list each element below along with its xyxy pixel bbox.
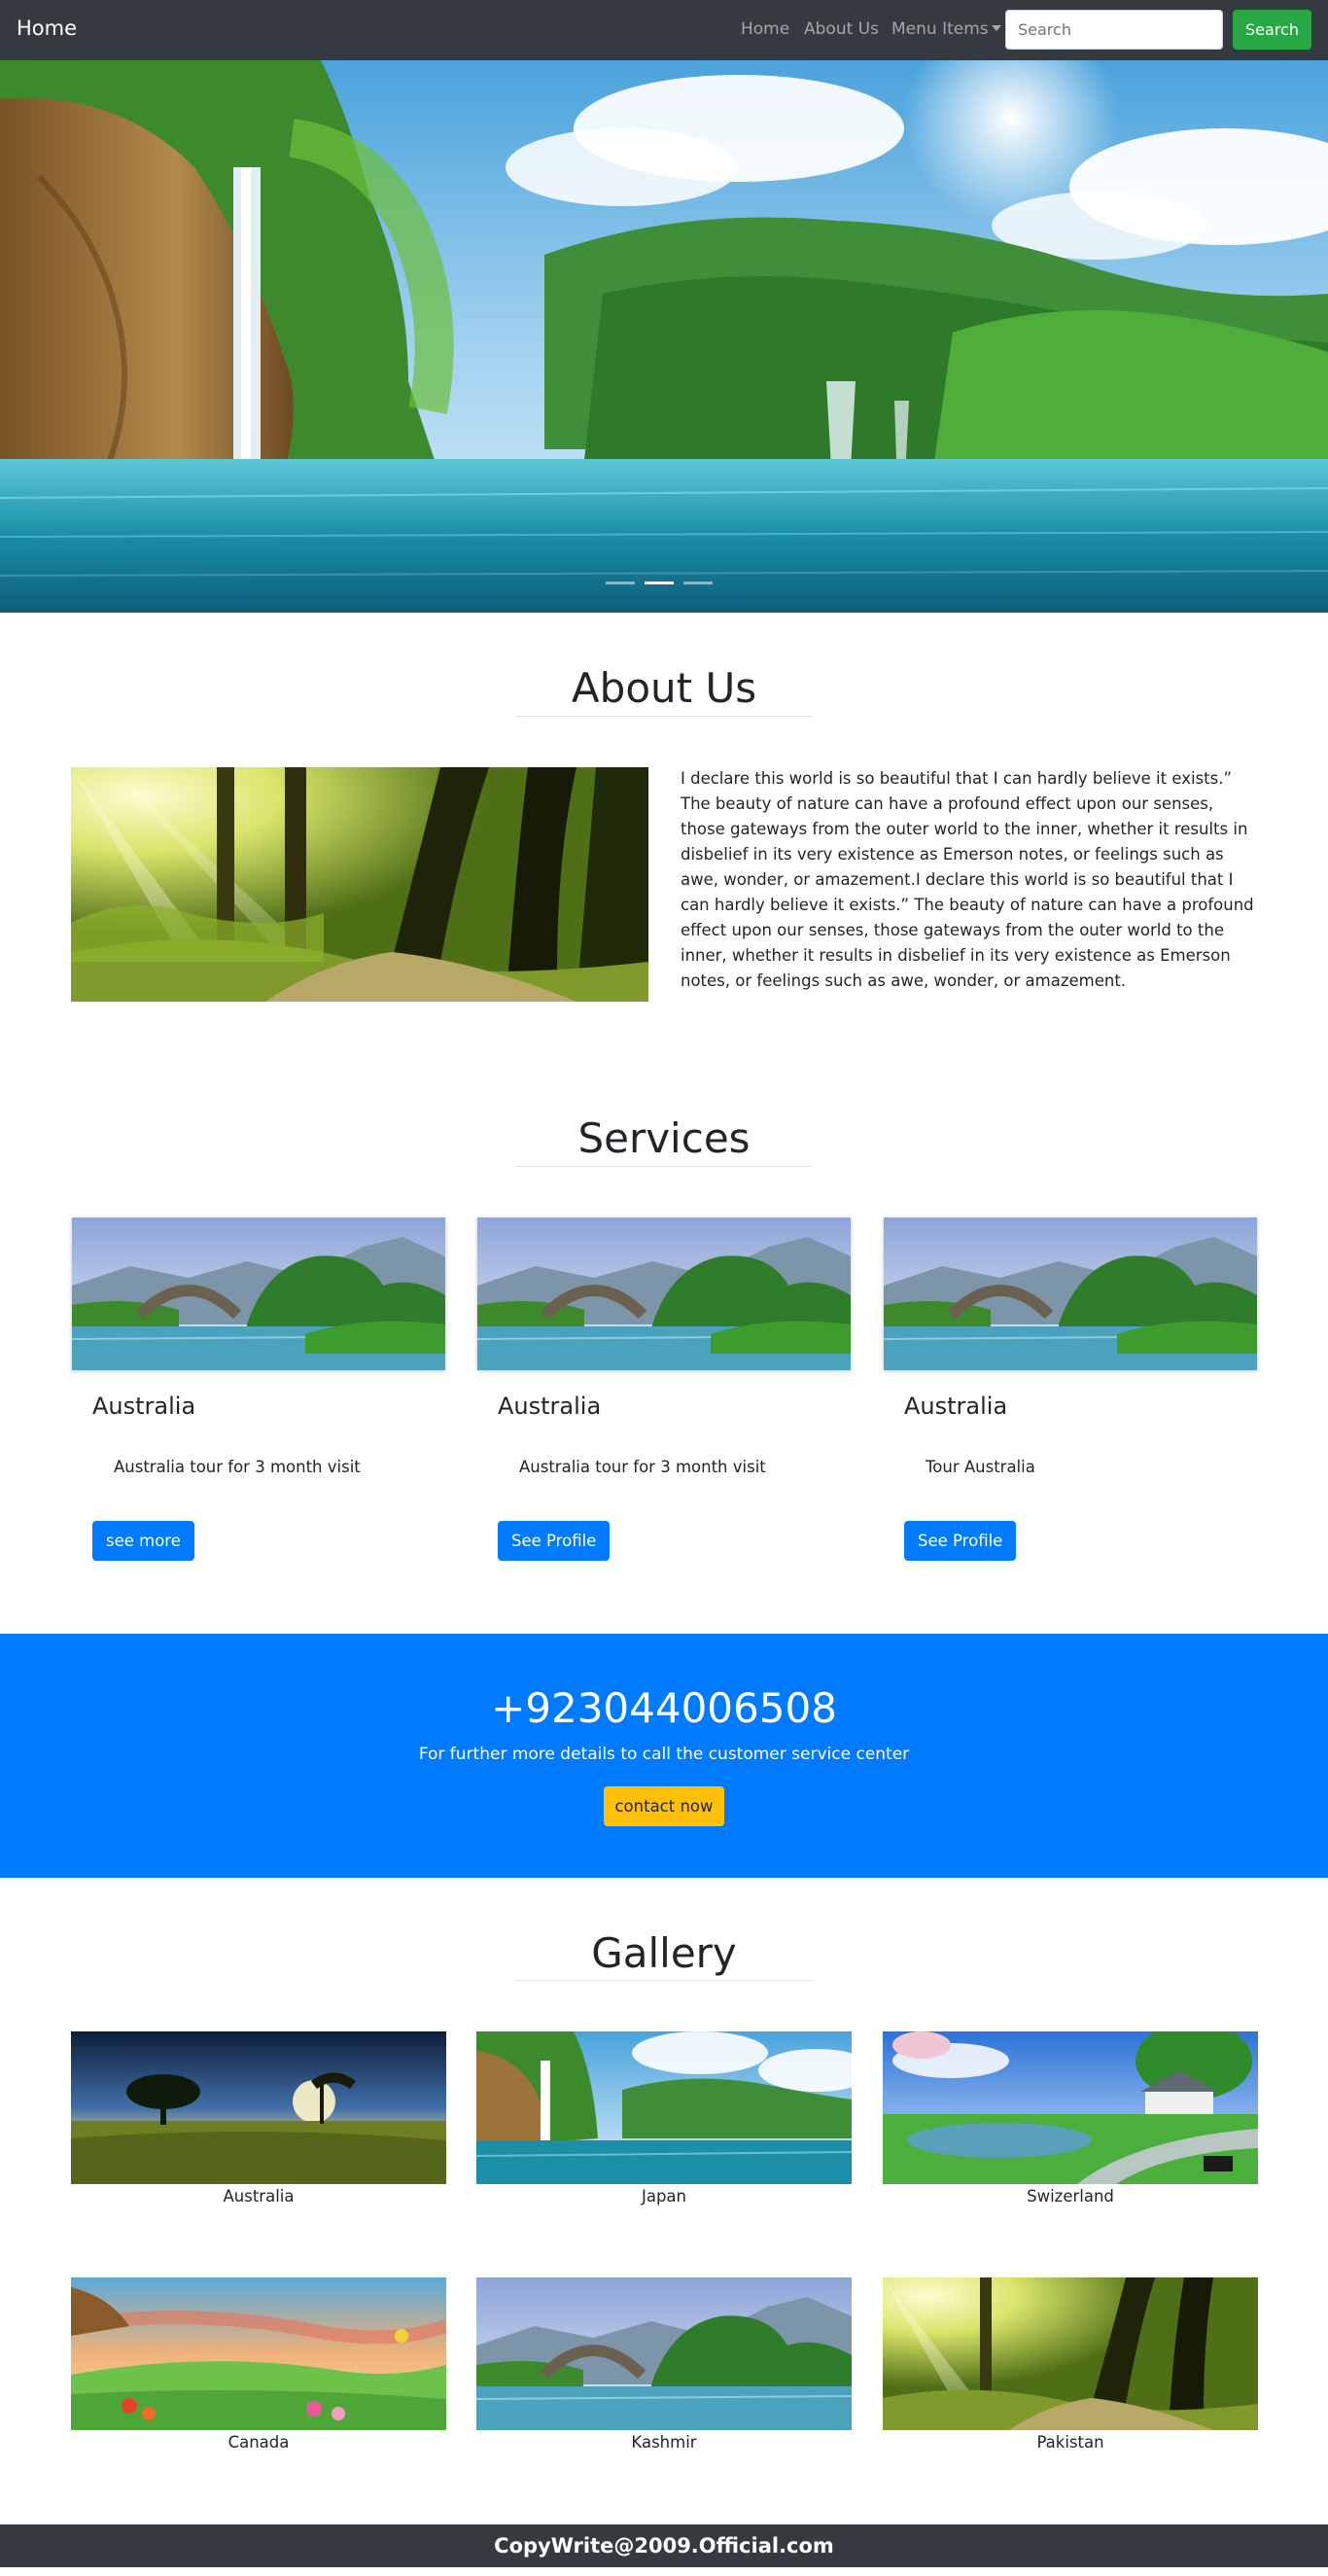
services-title: Services (577, 1114, 751, 1162)
nav-dropdown-label: Menu Items (891, 19, 989, 39)
gallery-image (476, 2277, 852, 2430)
service-card-title: Australia (498, 1393, 602, 1420)
carousel-indicator[interactable] (606, 582, 635, 584)
service-card-text: Australia tour for 3 month visit (519, 1458, 766, 1476)
about-paragraph: I declare this world is so beautiful tha… (681, 769, 1254, 990)
about-title-divider (515, 716, 813, 717)
service-card: Australia Tour Australia See Profile (884, 1217, 1257, 1566)
search-input[interactable] (1005, 10, 1223, 50)
search-button[interactable]: Search (1233, 10, 1311, 50)
services-title-divider (515, 1166, 813, 1167)
service-card-image (477, 1217, 851, 1370)
service-card-text: Australia tour for 3 month visit (114, 1458, 361, 1476)
gallery-image (883, 2277, 1258, 2430)
footer-copyright: CopyWrite@2009.Official.com (494, 2534, 834, 2558)
gallery-title-divider (515, 1980, 813, 1981)
carousel-indicator[interactable] (683, 582, 713, 584)
about-title: About Us (571, 664, 757, 712)
carousel-indicator-active[interactable] (645, 582, 674, 584)
cta-phone-number: +923044006508 (491, 1684, 837, 1732)
service-card-title: Australia (92, 1393, 196, 1420)
about-forest-image (71, 767, 648, 1002)
gallery-image (476, 2031, 852, 2184)
service-card: Australia Australia tour for 3 month vis… (72, 1217, 445, 1566)
nav-dropdown-menu-items[interactable]: Menu Items (891, 19, 1001, 39)
gallery-caption: Canada (227, 2433, 290, 2452)
service-card-title: Australia (904, 1393, 1008, 1420)
service-card-text: Tour Australia (926, 1458, 1035, 1476)
caret-down-icon (991, 25, 1001, 31)
gallery-image (71, 2031, 446, 2184)
gallery-caption: Kashmir (631, 2433, 697, 2452)
see-profile-button[interactable]: See Profile (904, 1521, 1017, 1561)
navbar: Home Home About Us Menu Items Search (0, 0, 1328, 60)
service-card: Australia Australia tour for 3 month vis… (477, 1217, 851, 1566)
see-profile-button[interactable]: See Profile (498, 1521, 611, 1561)
cta-subtitle: For further more details to call the cus… (418, 1745, 910, 1764)
see-more-button[interactable]: see more (92, 1521, 194, 1561)
nav-link-about-us[interactable]: About Us (804, 19, 879, 39)
gallery-caption: Swizerland (1027, 2187, 1114, 2205)
hero-carousel[interactable] (0, 60, 1328, 613)
gallery-caption: Japan (641, 2187, 687, 2205)
carousel-indicators (606, 582, 722, 587)
nav-link-home[interactable]: Home (741, 19, 789, 39)
contact-cta-section: +923044006508 For further more details t… (0, 1634, 1328, 1878)
service-card-image (72, 1217, 445, 1370)
service-card-image (884, 1217, 1257, 1370)
contact-now-button[interactable]: contact now (604, 1786, 724, 1826)
gallery-image (883, 2031, 1258, 2184)
gallery-image (71, 2277, 446, 2430)
gallery-title: Gallery (591, 1929, 737, 1977)
hero-waterfall-image (0, 60, 1328, 613)
gallery-caption: Australia (223, 2187, 295, 2205)
footer: CopyWrite@2009.Official.com (0, 2524, 1328, 2567)
navbar-brand[interactable]: Home (17, 17, 77, 40)
gallery-caption: Pakistan (1036, 2433, 1104, 2452)
